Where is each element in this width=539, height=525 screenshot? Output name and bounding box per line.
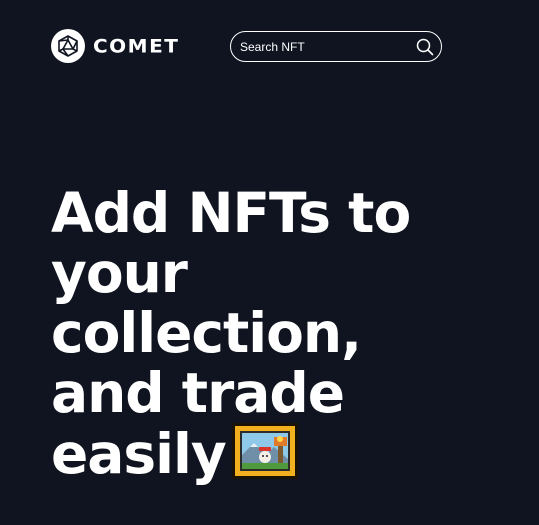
page: COMET Add NFTs to your collection, and t…: [0, 0, 539, 525]
search-icon[interactable]: [416, 38, 434, 56]
hero-line-3: collection,: [51, 301, 362, 365]
search-input[interactable]: [240, 39, 416, 54]
framed-picture-icon: [231, 423, 298, 479]
hero-line-1: Add NFTs to: [51, 181, 411, 245]
hero-line-4: and trade: [51, 361, 345, 425]
search-bar: [230, 31, 442, 62]
logo[interactable]: COMET: [51, 29, 179, 63]
hero-line-5: easily: [51, 422, 227, 486]
logo-text: COMET: [93, 34, 180, 58]
polyhedron-logo-icon: [51, 29, 85, 63]
hero-line-2: your: [51, 241, 188, 305]
hero-line-5-wrap: easily: [51, 423, 410, 484]
hero-heading: Add NFTs to your collection, and trade e…: [51, 181, 411, 484]
